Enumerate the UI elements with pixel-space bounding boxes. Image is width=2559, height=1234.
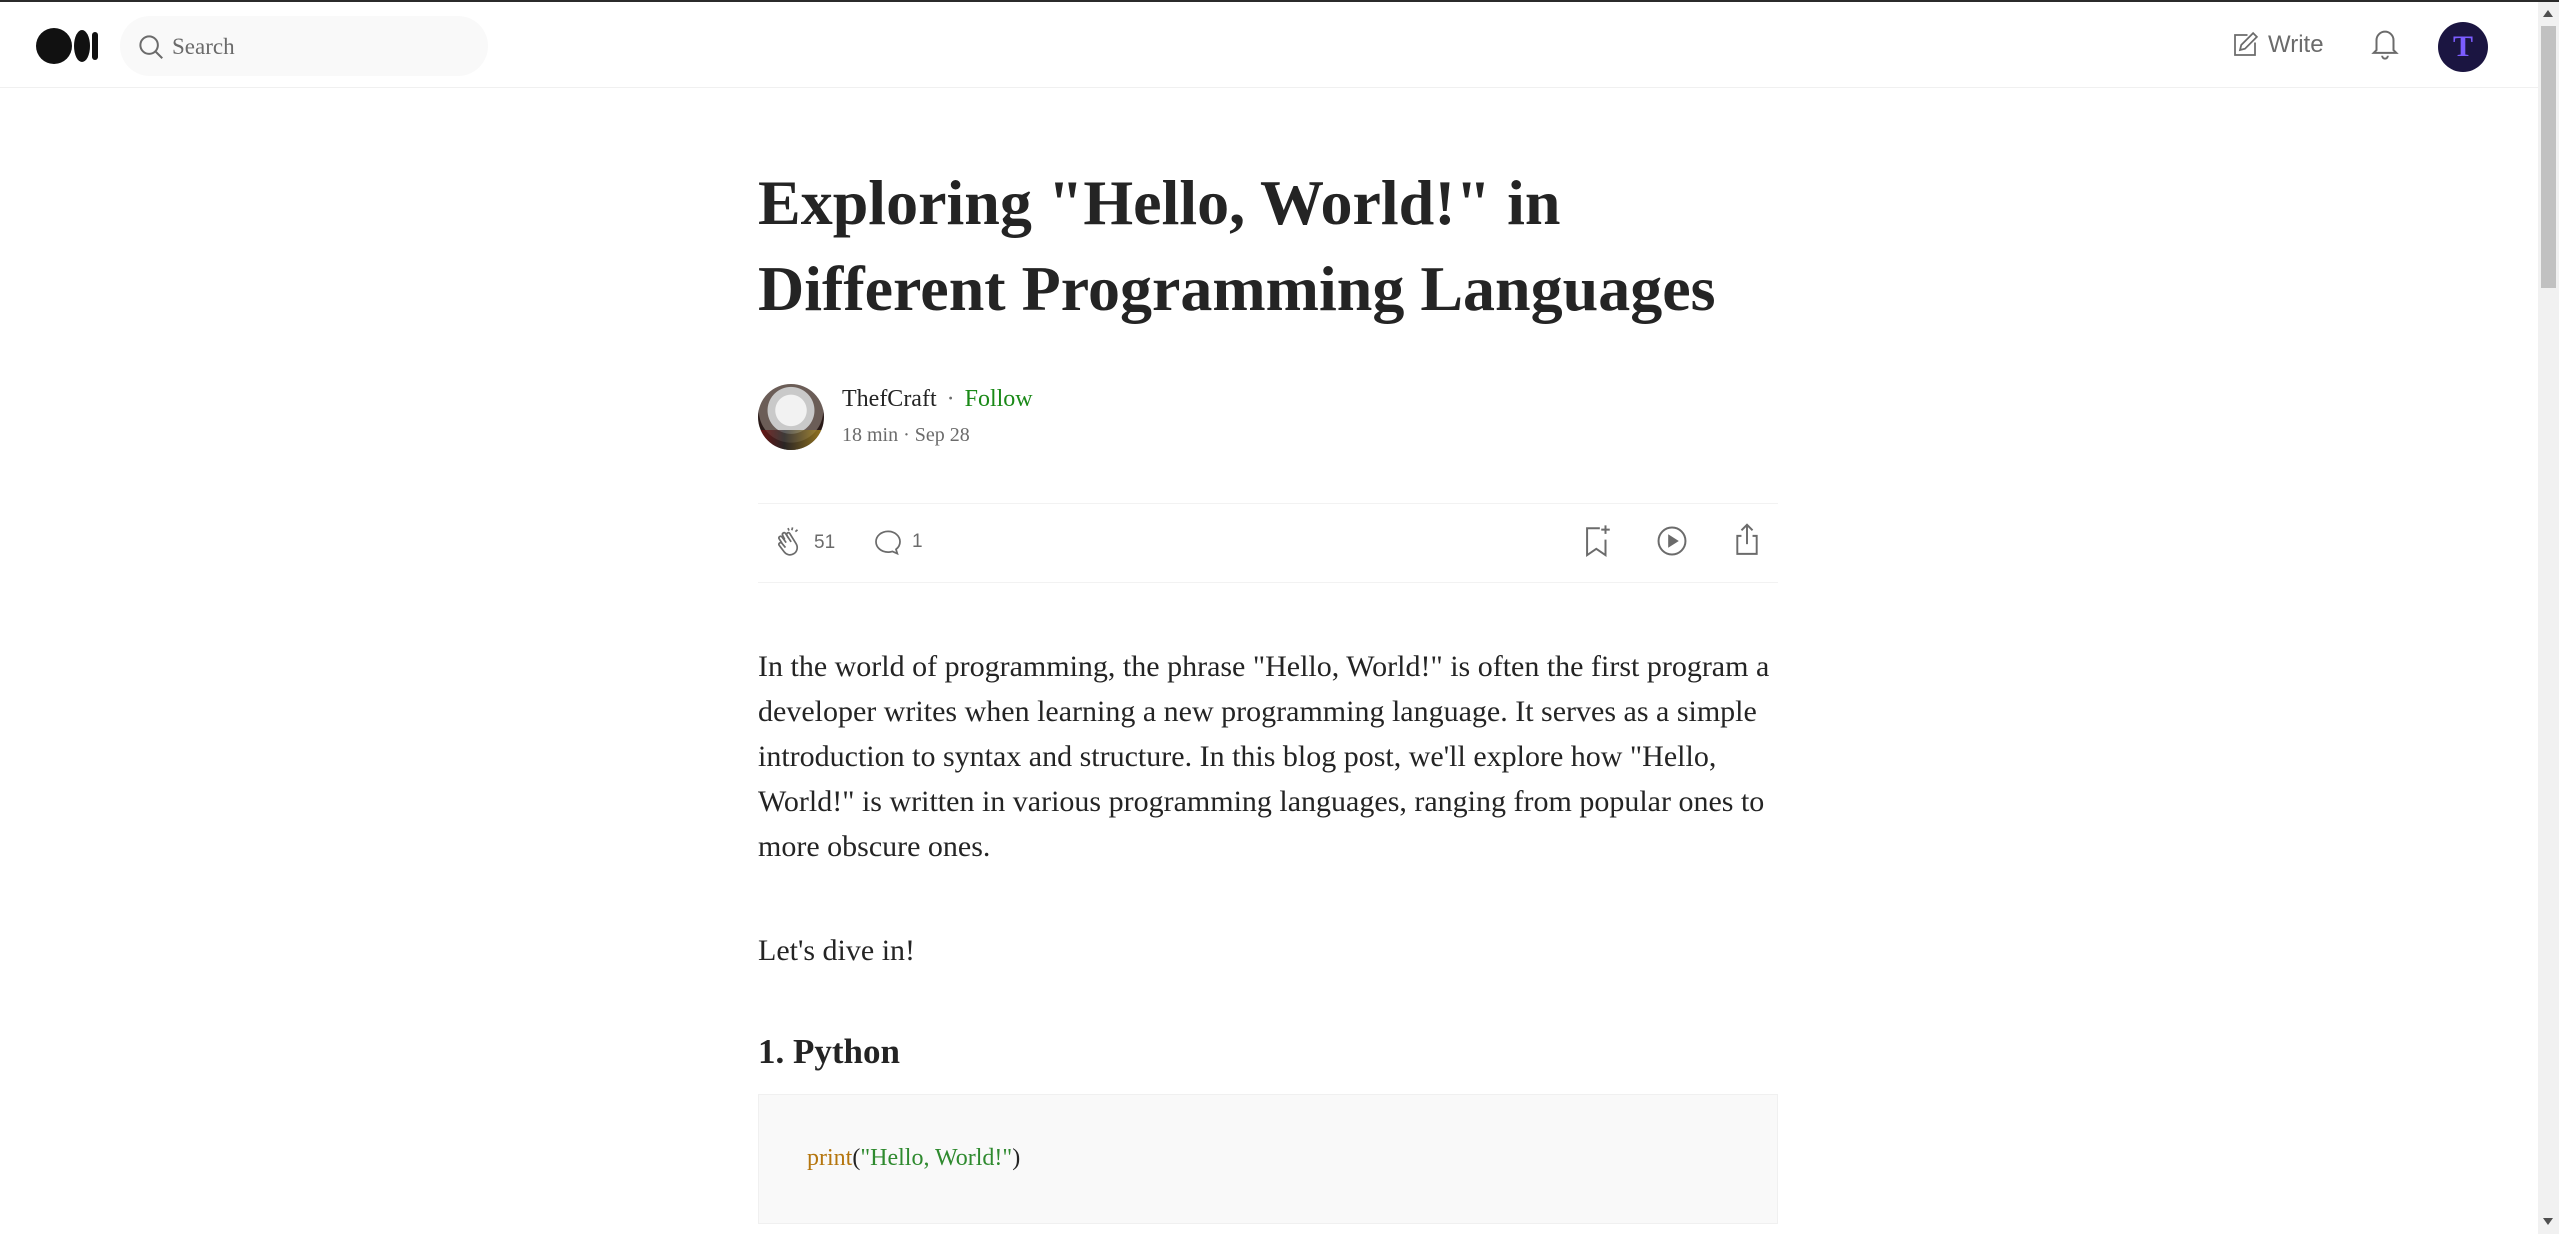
write-button[interactable]: Write (2230, 26, 2324, 64)
code-block: print("Hello, World!") (758, 1094, 1778, 1224)
meta-separator: · (903, 424, 910, 446)
article-meta: 18 min · Sep 28 (842, 424, 970, 447)
publish-date: Sep 28 (914, 424, 970, 446)
scroll-down-arrow[interactable] (2543, 1218, 2553, 1225)
code-line: print("Hello, World!") (807, 1145, 1020, 1172)
vertical-scrollbar[interactable] (2538, 2, 2559, 1234)
user-avatar-letter: T (2452, 30, 2473, 63)
search-icon (139, 35, 163, 59)
scrollbar-thumb[interactable] (2541, 26, 2556, 288)
share-icon[interactable] (1730, 522, 1764, 558)
article-title: Exploring "Hello, World!" in Different P… (758, 167, 1716, 324)
scroll-up-arrow[interactable] (2543, 10, 2553, 17)
comment-count: 1 (912, 531, 923, 552)
author-avatar[interactable] (758, 384, 824, 450)
bell-icon[interactable] (2368, 24, 2402, 62)
author-separator: · (946, 386, 955, 412)
code-function: print (807, 1145, 853, 1171)
section-heading-python: 1. Python (758, 1032, 900, 1071)
user-avatar[interactable]: T (2438, 22, 2488, 72)
article-action-bar: 51 1 (758, 503, 1778, 583)
clap-count: 51 (814, 532, 836, 553)
bookmark-add-icon[interactable] (1580, 522, 1614, 560)
follow-button[interactable]: Follow (965, 386, 1033, 412)
code-string: "Hello, World!" (860, 1145, 1013, 1171)
author-name[interactable]: ThefCraft (842, 386, 937, 412)
clap-button[interactable]: 51 (772, 526, 835, 560)
search-input[interactable] (170, 30, 474, 64)
comment-button[interactable]: 1 (872, 526, 923, 558)
comment-icon (875, 530, 901, 556)
intro-paragraph: In the world of programming, the phrase … (758, 650, 1770, 863)
read-time: 18 min (842, 424, 899, 446)
dive-paragraph: Let's dive in! (758, 934, 916, 967)
code-paren-close: ) (1012, 1145, 1021, 1171)
search-bar[interactable] (120, 16, 488, 76)
top-navbar: Write T (0, 2, 2538, 88)
write-label: Write (2268, 31, 2324, 58)
clap-icon (778, 527, 799, 556)
medium-logo[interactable] (36, 28, 98, 64)
author-line: ThefCraft · Follow (842, 386, 1033, 413)
write-icon (2234, 31, 2259, 56)
listen-play-icon[interactable] (1655, 524, 1689, 558)
